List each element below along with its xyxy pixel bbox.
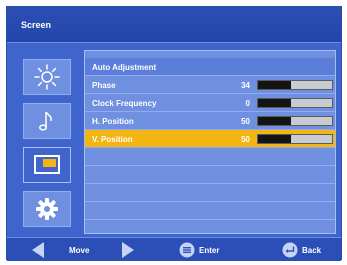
- sidebar-item-settings[interactable]: [23, 191, 71, 227]
- level-slider[interactable]: [257, 116, 333, 126]
- move-label: Move: [69, 245, 90, 255]
- menu-row-v-position[interactable]: V. Position 50: [85, 130, 335, 148]
- level-slider-fill: [258, 117, 292, 125]
- arrow-left-icon: [32, 242, 44, 258]
- menu-row-value: 50: [241, 117, 250, 126]
- settings-panel: Auto Adjustment Phase 34 Clock Frequency…: [84, 50, 336, 234]
- menu-row-value: 0: [245, 99, 250, 108]
- brightness-sun-icon: [34, 64, 60, 90]
- title-bar: Screen: [7, 7, 341, 43]
- level-slider[interactable]: [257, 134, 333, 144]
- level-slider-fill: [258, 135, 292, 143]
- level-slider[interactable]: [257, 80, 333, 90]
- settings-gear-icon: [36, 198, 58, 220]
- back-return-icon: [282, 242, 298, 258]
- footer-bar: Move Enter Back: [7, 237, 341, 261]
- enter-label: Enter: [199, 245, 220, 255]
- arrow-right-icon: [122, 242, 134, 258]
- back-button[interactable]: Back: [282, 238, 321, 262]
- level-slider-fill: [258, 99, 291, 107]
- move-right-button[interactable]: [121, 238, 135, 262]
- move-left-button[interactable]: [31, 238, 45, 262]
- menu-row-label: V. Position: [92, 135, 133, 144]
- music-note-icon: [39, 111, 52, 131]
- move-hint: Move: [69, 238, 89, 262]
- enter-button[interactable]: Enter: [179, 238, 219, 262]
- menu-row-h-position[interactable]: H. Position 50: [85, 112, 335, 130]
- empty-row: [85, 166, 335, 184]
- menu-row-clock-frequency[interactable]: Clock Frequency 0: [85, 94, 335, 112]
- empty-row: [85, 148, 335, 166]
- level-slider[interactable]: [257, 98, 333, 108]
- osd-window: Screen Auto Adjustment Phase 34 Clock Fr…: [6, 6, 342, 261]
- menu-row-value: 34: [241, 81, 250, 90]
- window-title: Screen: [21, 20, 52, 30]
- sidebar-item-screen[interactable]: [23, 147, 71, 183]
- back-label: Back: [302, 245, 322, 255]
- section-header-label: Auto Adjustment: [92, 63, 157, 72]
- empty-row: [85, 184, 335, 202]
- section-header: Auto Adjustment: [85, 58, 335, 76]
- level-slider-fill: [258, 81, 292, 89]
- menu-row-label: Clock Frequency: [92, 99, 157, 108]
- menu-row-label: H. Position: [92, 117, 134, 126]
- menu-row-value: 50: [241, 135, 250, 144]
- sidebar-item-audio[interactable]: [23, 103, 71, 139]
- menu-row-phase[interactable]: Phase 34: [85, 76, 335, 94]
- screen-icon: [34, 155, 60, 174]
- menu-row-label: Phase: [92, 81, 116, 90]
- empty-row: [85, 202, 335, 220]
- enter-menu-icon: [179, 242, 195, 258]
- sidebar-item-brightness[interactable]: [23, 59, 71, 95]
